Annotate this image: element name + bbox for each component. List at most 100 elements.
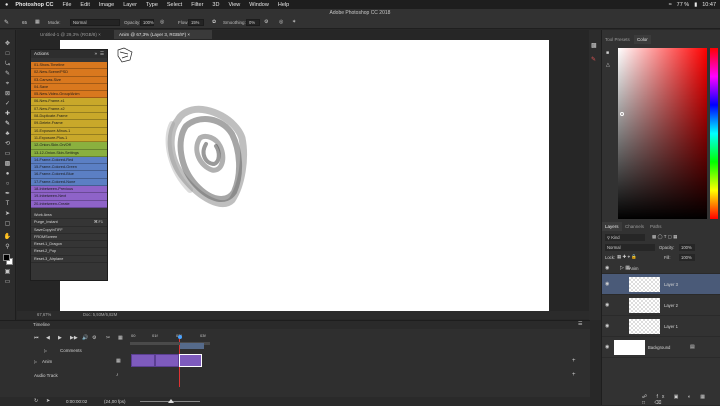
layer-name[interactable]: Layer 2: [664, 303, 678, 308]
zoom-level[interactable]: 67,67%: [37, 311, 51, 319]
healing-tool-icon[interactable]: ✚: [3, 110, 12, 119]
action-item[interactable]: 20-Inbetween-Create: [31, 200, 107, 208]
document-canvas[interactable]: [60, 40, 549, 312]
background-layer-name[interactable]: Background: [648, 345, 670, 350]
menu-file[interactable]: File: [63, 2, 72, 8]
flow-field[interactable]: 15%: [188, 19, 204, 26]
menu-layer[interactable]: Layer: [123, 2, 137, 8]
menu-window[interactable]: Window: [249, 2, 269, 8]
action-item[interactable]: 01-Show-Timeline: [31, 62, 107, 70]
eye-icon[interactable]: ◉: [605, 344, 609, 350]
layer-opacity-field[interactable]: 100%: [679, 244, 695, 251]
settings-icon[interactable]: ⚙: [92, 335, 96, 341]
menu-3d[interactable]: 3D: [212, 2, 219, 8]
tab-layers[interactable]: Layers: [602, 222, 622, 231]
render-video-icon[interactable]: ➤: [46, 398, 50, 404]
frame-clip-2[interactable]: [155, 354, 179, 367]
audio-options-icon[interactable]: ♪: [116, 372, 119, 378]
panel-menu-icon[interactable]: ☰: [100, 50, 104, 58]
blur-tool-icon[interactable]: ●: [3, 170, 12, 179]
pen-tool-icon[interactable]: ✒: [3, 190, 12, 199]
collapse-icon[interactable]: »: [94, 50, 97, 58]
battery-icon[interactable]: ▮: [694, 2, 697, 8]
brush-tool-icon[interactable]: ✎: [4, 19, 9, 26]
smoothing-settings-icon[interactable]: ⚙: [264, 19, 268, 25]
menu-image[interactable]: Image: [99, 2, 114, 8]
zoom-slider-thumb[interactable]: [168, 399, 174, 403]
action-item[interactable]: 19-Inbetween-Next: [31, 193, 107, 201]
stamp-tool-icon[interactable]: ♣: [3, 130, 12, 139]
battery-text[interactable]: 77 %: [677, 2, 690, 8]
action-item[interactable]: 12-Onion-Skin-On/Off: [31, 142, 107, 150]
brush-panel-icon[interactable]: ▦: [35, 19, 40, 25]
track-options-icon[interactable]: ▦: [116, 358, 121, 364]
split-clip-icon[interactable]: ✂: [106, 335, 110, 341]
menu-type[interactable]: Type: [146, 2, 158, 8]
filter-icons[interactable]: ▩ ◯ T ▢ ▦: [652, 234, 677, 240]
zoom-tool-icon[interactable]: ⚲: [3, 243, 12, 252]
brush-settings-icon[interactable]: ✎: [591, 56, 596, 63]
add-audio-icon[interactable]: +: [572, 372, 576, 378]
action-item[interactable]: 14-Frame-Colored-Red: [31, 156, 107, 165]
action-item[interactable]: 05-New-Video-Group/Anim: [31, 91, 107, 99]
action-item[interactable]: 15-Frame-Colored-Green: [31, 164, 107, 172]
symmetry-icon[interactable]: ✶: [292, 19, 296, 25]
add-media-icon[interactable]: +: [572, 358, 576, 364]
eye-icon[interactable]: ◉: [605, 281, 609, 287]
layer-row-3[interactable]: ◉ Layer 3: [602, 274, 720, 295]
action-item[interactable]: 07-New-Frame-x2: [31, 105, 107, 114]
comments-expand-icon[interactable]: ▷: [44, 348, 47, 353]
apple-icon[interactable]: ●: [5, 2, 8, 8]
action-item[interactable]: 18-Inbetween-Previous: [31, 186, 107, 194]
layer-row-2[interactable]: ◉ Layer 2: [602, 295, 720, 316]
menu-select[interactable]: Select: [167, 2, 182, 8]
frame-tool-icon[interactable]: ⊠: [3, 90, 12, 99]
screen-mode-icon[interactable]: ▭: [3, 278, 12, 287]
layers-footer-icons[interactable]: ☍ fx ▣ ◐ ▦ □ ⌫: [642, 394, 720, 406]
action-item[interactable]: 10-Exposure-Minus-1: [31, 127, 107, 135]
pressure-opacity-icon[interactable]: ◎: [160, 19, 164, 25]
airbrush-icon[interactable]: ✿: [212, 19, 216, 25]
action-item[interactable]: 02-New-Scene/PSD: [31, 69, 107, 77]
action-item[interactable]: 11-Exposure-Plus-1: [31, 134, 107, 143]
action-item[interactable]: Purge_Instant ⌘ F1: [31, 219, 107, 227]
action-item[interactable]: Reset-1_Dragon: [31, 241, 107, 249]
action-item[interactable]: 08-Duplicate-Frame: [31, 113, 107, 121]
tab-untitled[interactable]: Untitled-1 @ 29,3% (RGB/8) ×: [35, 30, 113, 39]
transition-icon[interactable]: ▦: [118, 335, 123, 341]
action-item[interactable]: Work Area: [31, 211, 107, 220]
quick-select-tool-icon[interactable]: ✎: [3, 70, 12, 79]
menu-app[interactable]: Photoshop CC: [15, 2, 53, 8]
menu-view[interactable]: View: [228, 2, 240, 8]
tab-tool-presets[interactable]: Tool Presets: [602, 35, 633, 44]
goto-first-frame-icon[interactable]: ⏮: [34, 335, 39, 341]
clock-text[interactable]: 10:47: [702, 2, 716, 8]
prev-frame-icon[interactable]: ◀: [46, 335, 50, 341]
action-item[interactable]: 04-Save: [31, 83, 107, 92]
eye-icon[interactable]: ◉: [605, 323, 609, 329]
frame-clip-3[interactable]: [179, 354, 202, 367]
lock-icons[interactable]: ▦ ✚ ⌖ 🔒: [617, 254, 637, 260]
play-icon[interactable]: ▶: [58, 335, 62, 341]
action-item[interactable]: Reset-3_Airplane: [31, 255, 107, 264]
fg-color-mini-icon[interactable]: ■: [606, 47, 610, 59]
type-tool-icon[interactable]: T: [3, 200, 12, 209]
tab-color[interactable]: Color: [634, 35, 651, 44]
foreground-color-swatch[interactable]: [3, 254, 10, 261]
track-expand-icon[interactable]: ▷: [34, 359, 37, 364]
tab-anim[interactable]: Anim @ 67,3% (Layer 3, RGB/8*) ×: [114, 30, 212, 39]
eyedropper-tool-icon[interactable]: ✓: [3, 100, 12, 109]
layer-group-row[interactable]: ◉ ▷ ▦ Anim: [602, 264, 720, 274]
crop-tool-icon[interactable]: ⌖: [3, 80, 12, 89]
mode-select[interactable]: Normal: [70, 19, 120, 26]
marquee-tool-icon[interactable]: □: [3, 50, 12, 59]
eraser-tool-icon[interactable]: ▭: [3, 150, 12, 159]
eye-icon[interactable]: ◉: [605, 302, 609, 308]
move-tool-icon[interactable]: ✥: [3, 40, 12, 49]
layer-row-background[interactable]: ◉ Background ▤: [602, 337, 720, 358]
layer-row-1[interactable]: ◉ Layer 1: [602, 316, 720, 337]
picker-mode-icon[interactable]: △: [606, 59, 610, 71]
audio-icon[interactable]: 🔊: [82, 335, 88, 341]
layer-name[interactable]: Layer 3: [664, 282, 678, 287]
action-item[interactable]: SaveCopyInTIFF: [31, 226, 107, 234]
